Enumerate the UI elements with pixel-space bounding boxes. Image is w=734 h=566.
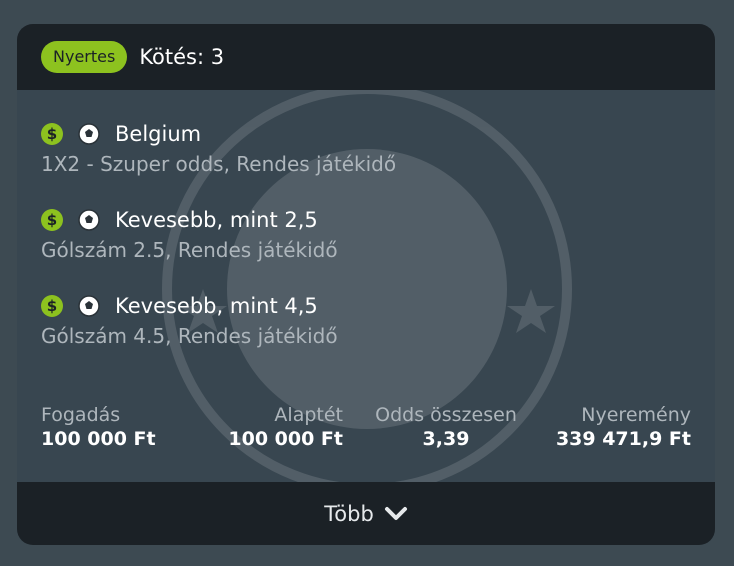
bet-selection-name: Belgium [115,122,202,146]
bet-item: $ Kevesebb, mint 4,5 Gólszám 4.5, Rendes… [41,292,338,348]
bet-count-title: Kötés: 3 [139,45,225,69]
bet-selection-name: Kevesebb, mint 2,5 [115,208,318,232]
stake-label: Fogadás [41,404,121,426]
soccer-ball-icon [78,123,100,145]
bet-item: $ Kevesebb, mint 2,5 Gólszám 2.5, Rendes… [41,206,338,262]
bet-selection-name: Kevesebb, mint 4,5 [115,294,318,318]
total-odds-value: 3,39 [422,428,470,450]
soccer-ball-icon [78,295,100,317]
base-stake-label: Alaptét [274,404,343,426]
chevron-down-icon [384,506,407,520]
bet-item: $ Belgium 1X2 - Szuper odds, Rendes játé… [41,120,396,176]
total-odds-summary: Odds összesen 3,39 [357,404,535,450]
more-button[interactable]: Több [17,482,715,545]
dollar-icon: $ [41,209,63,231]
winnings-summary: Nyeremény 339 471,9 Ft [556,404,691,450]
bet-market-detail: Gólszám 4.5, Rendes játékidő [41,324,338,348]
bet-slip-header: Nyertes Kötés: 3 [17,24,715,90]
stake-value: 100 000 Ft [41,428,156,450]
winnings-value: 339 471,9 Ft [555,428,691,450]
status-badge: Nyertes [41,41,128,73]
stake-summary: Fogadás 100 000 Ft [41,404,156,450]
base-stake-summary: Alaptét 100 000 Ft [228,404,343,450]
dollar-icon: $ [41,123,63,145]
bet-market-detail: Gólszám 2.5, Rendes játékidő [41,238,338,262]
dollar-icon: $ [41,295,63,317]
soccer-ball-icon [78,209,100,231]
bet-slip-card: Nyertes Kötés: 3 $ Belgium 1X2 - Szuper … [17,24,715,545]
winnings-label: Nyeremény [581,404,691,426]
base-stake-value: 100 000 Ft [228,428,343,450]
total-odds-label: Odds összesen [375,404,517,426]
bet-market-detail: 1X2 - Szuper odds, Rendes játékidő [41,152,397,176]
more-button-label: Több [324,501,374,526]
